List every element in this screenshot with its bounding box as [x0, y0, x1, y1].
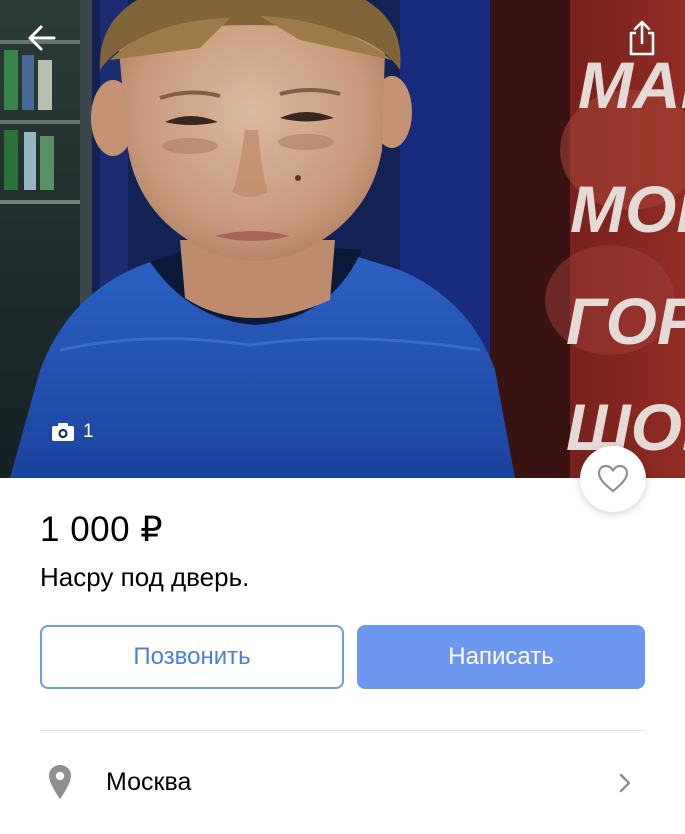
back-arrow-icon [28, 25, 56, 51]
share-icon [629, 20, 655, 56]
location-pin-icon [49, 765, 71, 799]
heart-icon [597, 464, 629, 493]
listing-photo[interactable]: МАГ МОК ГОРЯ ШОК [0, 0, 685, 478]
favorite-button[interactable] [580, 446, 646, 512]
camera-icon [52, 423, 74, 441]
photo-image: МАГ МОК ГОРЯ ШОК [0, 0, 685, 478]
listing-price: 1 000 ₽ [40, 510, 164, 549]
location-row[interactable]: Москва [40, 752, 645, 814]
photo-count: 1 [83, 421, 94, 442]
share-button[interactable] [622, 18, 662, 58]
listing-title: Насру под дверь. [40, 562, 250, 592]
chevron-right-icon [619, 773, 631, 793]
listing-screen: МАГ МОК ГОРЯ ШОК [0, 0, 685, 834]
call-button[interactable]: Позвонить [40, 625, 344, 689]
photo-counter: 1 [51, 419, 94, 445]
back-button[interactable] [24, 20, 60, 56]
divider [40, 730, 645, 731]
location-city: Москва [106, 768, 192, 796]
write-message-button[interactable]: Написать [357, 625, 645, 689]
